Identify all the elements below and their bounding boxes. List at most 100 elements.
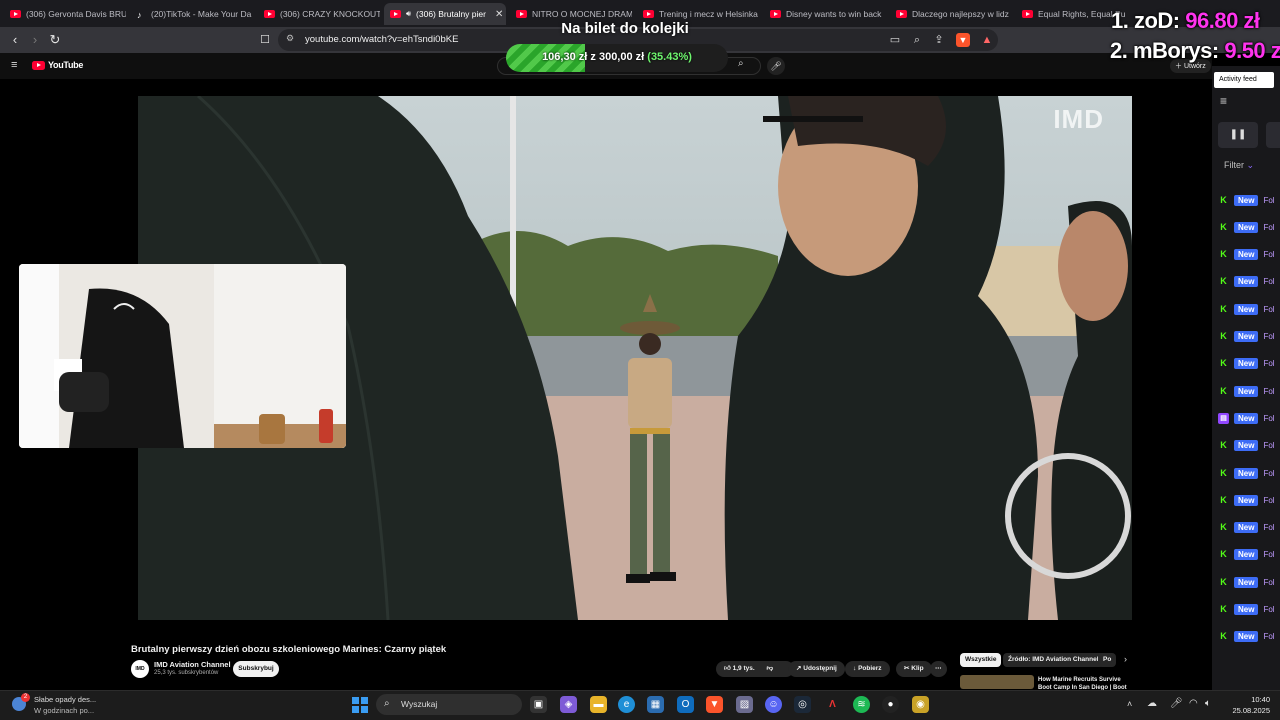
feed-item[interactable]: ▤ New Fol xyxy=(1218,411,1275,425)
hamburger-icon[interactable]: ≡ xyxy=(1220,94,1227,108)
feed-event-type: Fol xyxy=(1263,332,1275,341)
feed-item[interactable]: K New Fol xyxy=(1218,603,1275,617)
system-clock[interactable]: 10:40 25.08.2025 xyxy=(1232,694,1270,716)
wifi-icon[interactable]: ◠ xyxy=(1189,698,1198,709)
like-button[interactable]: 👍︎ 1,9 tys. 👎︎ xyxy=(716,661,794,677)
feed-item[interactable]: K New Fol xyxy=(1218,302,1275,316)
browser-tab[interactable]: Dlaczego najlepszy w lidz xyxy=(890,3,1012,25)
site-info-icon[interactable]: ⚙ xyxy=(286,33,294,44)
weather-text[interactable]: Słabe opady des... xyxy=(34,695,96,704)
feed-control-button[interactable] xyxy=(1266,122,1280,148)
youtube-logo[interactable]: YouTube xyxy=(32,60,83,70)
channel-name[interactable]: IMD Aviation Channel xyxy=(154,660,231,669)
filter-chip[interactable]: Źródło: IMD Aviation Channel xyxy=(1003,653,1104,667)
store-icon[interactable]: ▦ xyxy=(647,696,664,713)
zoom-icon[interactable]: ⌕ xyxy=(910,33,924,47)
activity-feed-panel: ≡ ❚❚ Filter ⌄ xyxy=(1212,66,1280,690)
recommendation-thumbnail[interactable] xyxy=(960,675,1034,689)
discord-icon[interactable]: ☺ xyxy=(765,696,782,713)
donation-goal-bar: 106,30 zł z 300,00 zł (35.43%) xyxy=(506,44,728,72)
more-actions-icon[interactable]: ⋯ xyxy=(930,661,947,677)
create-label: Utwórz xyxy=(1183,63,1206,70)
rewards-icon[interactable]: ▲ xyxy=(980,33,994,47)
steam-icon[interactable]: ◎ xyxy=(794,696,811,713)
back-icon[interactable]: ‹ xyxy=(7,32,23,48)
edge-icon[interactable]: e xyxy=(618,696,635,713)
taskbar-search[interactable]: ⌕ Wyszukaj xyxy=(376,694,522,715)
speaker-icon[interactable]: 🔊︎ xyxy=(406,9,411,19)
feed-item[interactable]: K New Fol xyxy=(1218,193,1275,207)
feed-item[interactable]: K New Fol xyxy=(1218,248,1275,262)
feed-item[interactable]: K New Fol xyxy=(1218,466,1275,480)
feed-item[interactable]: K New Fol xyxy=(1218,439,1275,453)
outlook-icon[interactable]: O xyxy=(677,696,694,713)
browser-tab[interactable]: (306) Gervonta Davis BRU xyxy=(4,3,126,25)
feed-item[interactable]: K New Fol xyxy=(1218,630,1275,644)
feed-event-type: Fol xyxy=(1263,250,1275,260)
brave-shield-icon[interactable]: ▼ xyxy=(956,33,970,47)
feed-event-type: Fol xyxy=(1263,277,1275,287)
feed-item[interactable]: K New Fol xyxy=(1218,275,1275,289)
valorant-icon[interactable]: Λ xyxy=(824,696,841,713)
feed-item[interactable]: K New Fol xyxy=(1218,384,1275,398)
browser-tab[interactable]: ♪ (20)TikTok - Make Your Da xyxy=(131,3,253,25)
tiktok-icon: ♪ xyxy=(137,10,142,20)
channel-avatar[interactable]: IMD xyxy=(131,660,149,678)
pause-icon[interactable]: ❚❚ xyxy=(1218,122,1258,148)
search-icon[interactable]: ⌕ xyxy=(738,58,744,69)
file-explorer-icon[interactable]: ▬ xyxy=(590,696,607,713)
chevron-right-icon[interactable]: › xyxy=(1124,654,1127,664)
kick-icon: K xyxy=(1220,604,1227,614)
reload-icon[interactable]: ↻ xyxy=(47,32,63,48)
photos-icon[interactable]: ▨ xyxy=(736,696,753,713)
microphone-icon[interactable]: 🎤︎ xyxy=(767,57,785,75)
obs-icon[interactable]: ● xyxy=(882,696,899,713)
clip-button[interactable]: ✂ Klip xyxy=(896,661,932,677)
cast-icon[interactable]: ▭ xyxy=(888,33,902,47)
browser-tab[interactable]: 🔊︎ (306) Brutalny pier ✕ xyxy=(384,3,506,25)
tab-title: (306) CRAZY KNOCKOUT xyxy=(280,9,380,19)
browser-tab[interactable]: Equal Rights, Equal Pu xyxy=(1016,3,1126,25)
kick-icon: K xyxy=(1220,303,1227,314)
browser-tab[interactable]: (306) CRAZY KNOCKOUT xyxy=(258,3,380,25)
thumbs-down-icon[interactable]: 👎︎ xyxy=(766,665,773,672)
windows-start-icon[interactable] xyxy=(352,697,368,713)
feed-item[interactable]: K New Fol xyxy=(1218,548,1275,562)
filter-button[interactable]: Filter ⌄ xyxy=(1224,160,1254,171)
close-tab-icon[interactable]: ✕ xyxy=(495,9,503,20)
twitch-icon: ▤ xyxy=(1218,412,1229,424)
share-icon[interactable]: ⇪ xyxy=(932,33,946,47)
download-button[interactable]: ↓ Pobierz xyxy=(845,661,890,677)
bookmark-icon[interactable]: ☐ xyxy=(257,32,273,48)
browser-tab[interactable]: Disney wants to win back xyxy=(764,3,886,25)
feed-item[interactable]: K New Fol xyxy=(1218,493,1275,507)
feed-item[interactable]: K New Fol xyxy=(1218,330,1275,344)
mic-tray-icon[interactable]: 🎤︎ xyxy=(1170,698,1183,709)
feed-item[interactable]: K New Fol xyxy=(1218,575,1275,589)
cloud-icon[interactable]: ☁ xyxy=(1147,698,1157,709)
kick-icon: K xyxy=(1220,249,1227,260)
menu-icon[interactable]: ≡ xyxy=(11,59,17,71)
tray-chevron-icon[interactable]: ˄ xyxy=(1127,699,1132,709)
kick-icon: K xyxy=(1220,576,1227,587)
feed-item[interactable]: K New Fol xyxy=(1218,220,1275,234)
feed-item[interactable]: K New Fol xyxy=(1218,357,1275,371)
new-badge: New xyxy=(1234,221,1259,233)
subscribe-button[interactable]: Subskrybuj xyxy=(233,661,279,677)
feed-event-type: Fol xyxy=(1263,222,1275,232)
spotify-icon[interactable]: ≋ xyxy=(853,696,870,713)
feed-item[interactable]: K New Fol xyxy=(1218,521,1275,535)
filter-chip[interactable]: Po xyxy=(1098,653,1117,667)
clip-label: Klip xyxy=(911,665,924,672)
copilot-icon[interactable]: ◈ xyxy=(560,696,577,713)
share-button[interactable]: ↗ Udostępnij xyxy=(788,661,845,677)
filter-chip[interactable]: Wszystkie xyxy=(960,653,1002,667)
forward-icon[interactable]: › xyxy=(27,32,43,48)
taskbar: 2 Słabe opady des... W godzinach po... 1… xyxy=(0,690,1280,720)
kick-icon: K xyxy=(1220,276,1227,287)
brave-icon[interactable]: ▼ xyxy=(706,696,723,713)
volume-icon[interactable]: 🔈︎ xyxy=(1205,698,1211,709)
new-badge: New xyxy=(1234,631,1259,643)
app-icon[interactable]: ◉ xyxy=(912,696,929,713)
task-view-icon[interactable]: ▣ xyxy=(530,696,547,713)
